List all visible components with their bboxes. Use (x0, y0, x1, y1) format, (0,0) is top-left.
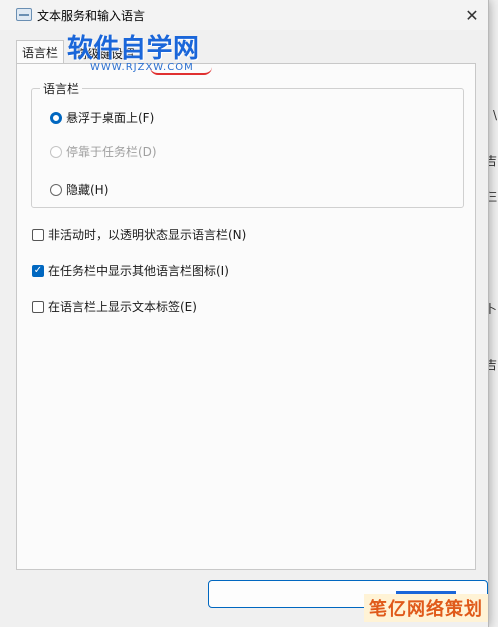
tab-panel-language-bar: 语言栏 悬浮于桌面上(F) 停靠于任务栏(D) 隐藏(H) 非活动时，以透明状态… (16, 63, 476, 570)
watermark-bottom-text: 笔亿网络策划 (364, 594, 488, 622)
language-bar-groupbox: 语言栏 悬浮于桌面上(F) 停靠于任务栏(D) 隐藏(H) (31, 80, 464, 208)
close-icon: ✕ (465, 5, 479, 25)
checkbox-show-text-labels[interactable]: 在语言栏上显示文本标签(E) (32, 298, 197, 315)
watermark-logo-text: 软件自学网 (67, 34, 200, 64)
radio-hidden[interactable]: 隐藏(H) (50, 181, 108, 198)
keyboard-icon (16, 8, 32, 21)
text-services-dialog: 文本服务和输入语言 ✕ 语言栏 高级键设置 语言栏 悬浮于桌面上(F) 停靠于任… (0, 0, 489, 627)
window-title: 文本服务和输入语言 (37, 9, 146, 23)
title-bar[interactable]: 文本服务和输入语言 ✕ (0, 0, 488, 30)
radio-label: 隐藏(H) (66, 183, 109, 197)
radio-indicator[interactable] (50, 183, 62, 196)
checkbox-indicator[interactable] (32, 228, 44, 241)
edge-glyph: \ (492, 108, 497, 122)
checkbox-label: 非活动时，以透明状态显示语言栏(N) (48, 228, 247, 242)
radio-label: 停靠于任务栏(D) (66, 145, 157, 159)
radio-indicator (50, 145, 62, 158)
radio-indicator[interactable] (50, 111, 62, 124)
watermark-swoosh (150, 67, 212, 75)
checkbox-label: 在语言栏上显示文本标签(E) (48, 300, 197, 314)
radio-label: 悬浮于桌面上(F) (66, 111, 155, 125)
checkbox-label: 在任务栏中显示其他语言栏图标(I) (48, 264, 229, 278)
checkbox-show-extra-icons[interactable]: ✓ 在任务栏中显示其他语言栏图标(I) (32, 262, 229, 279)
groupbox-legend: 语言栏 (40, 80, 83, 97)
checkmark-icon[interactable]: ✓ (32, 264, 44, 277)
checkbox-indicator[interactable] (32, 300, 44, 313)
radio-float-on-desktop[interactable]: 悬浮于桌面上(F) (50, 109, 154, 126)
checkbox-transparent-when-inactive[interactable]: 非活动时，以透明状态显示语言栏(N) (32, 226, 246, 243)
close-button[interactable]: ✕ (456, 0, 488, 30)
tab-language-bar[interactable]: 语言栏 (16, 40, 64, 64)
radio-dock-in-taskbar: 停靠于任务栏(D) (50, 143, 157, 160)
